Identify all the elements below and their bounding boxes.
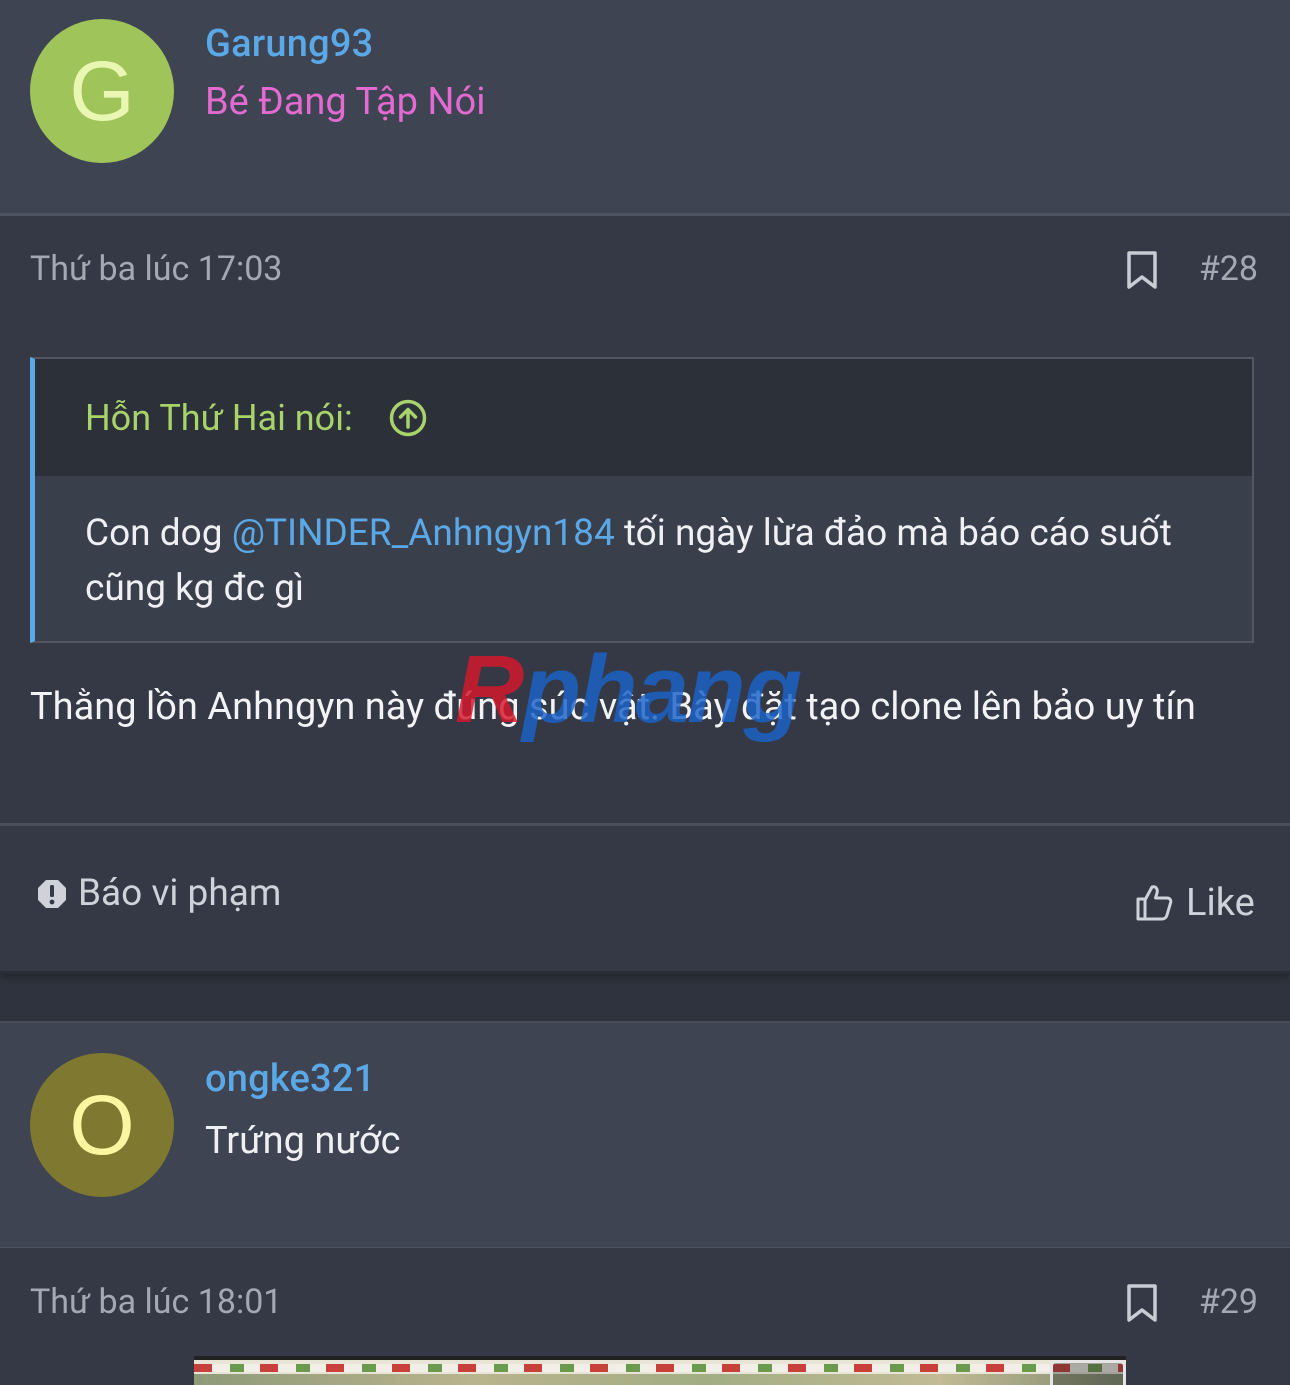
post-user-header: O ongke321 Trứng nước xyxy=(0,1021,1290,1250)
report-button[interactable]: Báo vi phạm xyxy=(78,872,281,915)
username-link[interactable]: Garung93 xyxy=(205,22,373,66)
post-body: Thứ ba lúc 17:03 #28 Hỗn Thứ Hai nói: Co… xyxy=(0,216,1290,823)
post-footer: Báo vi phạm Like xyxy=(0,823,1290,974)
bookmark-icon[interactable] xyxy=(1125,250,1159,290)
quote-text: Con dog @TINDER_Anhngyn184 tối ngày lừa … xyxy=(85,506,1192,616)
post-date[interactable]: Thứ ba lúc 17:03 xyxy=(30,249,282,289)
post-number-link[interactable]: #28 xyxy=(1199,249,1258,289)
thread-page: G Garung93 Bé Đang Tập Nói Thứ ba lúc 17… xyxy=(0,0,1290,1385)
like-button[interactable]: Like xyxy=(1186,881,1255,925)
post-message: Thằng lồn Anhngyn này đúng súc vật. Bày … xyxy=(30,685,1196,729)
post-number-link[interactable]: #29 xyxy=(1199,1282,1258,1322)
image-content xyxy=(194,1374,1126,1385)
quote-block: Hỗn Thứ Hai nói: Con dog @TINDER_Anhngyn… xyxy=(30,357,1254,643)
quote-author[interactable]: Hỗn Thứ Hai nói: xyxy=(85,397,353,439)
expand-image-icon[interactable] xyxy=(1050,1360,1126,1385)
user-mention-link[interactable]: @TINDER_Anhngyn184 xyxy=(232,512,615,555)
quote-header: Hỗn Thứ Hai nói: xyxy=(35,359,1252,476)
image-border-pattern xyxy=(194,1364,1126,1372)
post-body: Thứ ba lúc 18:01 #29 xyxy=(0,1248,1290,1385)
avatar[interactable]: G xyxy=(30,19,174,163)
username-link[interactable]: ongke321 xyxy=(205,1057,375,1101)
post-date[interactable]: Thứ ba lúc 18:01 xyxy=(30,1282,282,1322)
thumbs-up-icon[interactable] xyxy=(1134,882,1174,922)
quote-text-before: Con dog xyxy=(85,512,232,555)
image-attachment[interactable] xyxy=(194,1356,1126,1385)
post-user-header: G Garung93 Bé Đang Tập Nói xyxy=(0,0,1290,216)
user-title: Trứng nước xyxy=(205,1119,401,1163)
bookmark-icon[interactable] xyxy=(1125,1283,1159,1323)
avatar[interactable]: O xyxy=(30,1053,174,1197)
arrow-up-circle-icon[interactable] xyxy=(389,399,427,437)
user-title: Bé Đang Tập Nói xyxy=(205,80,486,124)
alert-icon[interactable] xyxy=(36,878,68,910)
